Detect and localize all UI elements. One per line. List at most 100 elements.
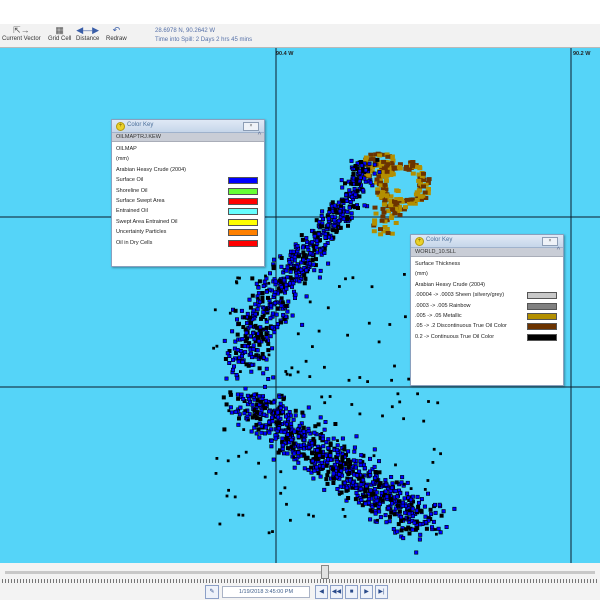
oil-particle bbox=[291, 281, 296, 286]
collapse-icon[interactable]: ^ bbox=[258, 132, 261, 139]
timeline-slider-handle[interactable] bbox=[320, 565, 329, 579]
oil-particle bbox=[403, 510, 408, 515]
oil-particle bbox=[346, 333, 349, 337]
step-forward-icon[interactable]: ▶| bbox=[375, 585, 388, 599]
oil-particle bbox=[361, 462, 366, 467]
oil-particle bbox=[392, 512, 397, 517]
oil-particle bbox=[380, 206, 386, 211]
oil-particle bbox=[313, 424, 318, 429]
play-icon[interactable]: ▶ bbox=[360, 585, 373, 599]
oil-particle bbox=[383, 489, 388, 494]
oil-particle bbox=[264, 332, 269, 337]
oil-particle bbox=[228, 392, 233, 397]
oil-particle bbox=[416, 165, 422, 169]
oil-particle bbox=[358, 463, 363, 468]
oil-particle bbox=[431, 519, 436, 524]
color-key-panel-world[interactable]: + Color Key × WORLD_10.SLL ^ Surface Thi… bbox=[410, 234, 564, 386]
oil-particle bbox=[235, 317, 240, 322]
oil-particle bbox=[340, 436, 345, 441]
map-view[interactable]: 90.4 W 90.2 W + Color Key × OILMAPTRJ.KE… bbox=[0, 48, 600, 563]
color-key-item-label: Swept Area Entrained Oil bbox=[116, 218, 178, 225]
oil-particle bbox=[336, 218, 341, 223]
oil-particle bbox=[245, 311, 250, 316]
current-vector-tool[interactable]: ⇱→ Current Vector bbox=[2, 25, 41, 43]
longitude-label-90-4: 90.4 W bbox=[276, 51, 294, 57]
oil-particle bbox=[254, 431, 259, 436]
oil-particle bbox=[296, 450, 301, 455]
rewind-icon[interactable]: ◀◀ bbox=[330, 585, 343, 599]
oil-particle bbox=[249, 351, 254, 356]
oil-particle bbox=[285, 451, 290, 456]
color-key-header[interactable]: OILMAPTRJ.KEW ^ bbox=[112, 132, 264, 142]
color-swatch bbox=[228, 239, 258, 247]
oil-particle bbox=[407, 531, 412, 536]
current-vector-icon: ⇱→ bbox=[13, 25, 30, 35]
oil-particle bbox=[292, 465, 297, 470]
grid-cell-tool[interactable]: ▦ Grid Cell bbox=[48, 25, 71, 43]
oil-particle bbox=[259, 424, 264, 429]
oil-particle bbox=[378, 227, 383, 232]
oil-particle bbox=[416, 504, 421, 509]
oil-particle bbox=[389, 474, 394, 479]
redraw-tool[interactable]: ↶ Redraw bbox=[106, 25, 127, 43]
oil-particle bbox=[432, 502, 437, 507]
color-key-titlebar[interactable]: + Color Key × bbox=[411, 235, 563, 248]
oil-particle bbox=[289, 284, 294, 289]
oil-particle bbox=[253, 312, 258, 317]
color-swatch bbox=[527, 292, 557, 300]
oil-particle bbox=[255, 335, 260, 340]
oil-particle bbox=[289, 518, 292, 522]
oil-particle bbox=[371, 492, 376, 497]
oil-particle bbox=[416, 500, 421, 505]
oil-particle bbox=[262, 431, 267, 436]
oil-particle bbox=[339, 178, 344, 183]
oil-particle bbox=[257, 435, 262, 440]
timestamp-field[interactable]: 1/19/2018 3:45:00 PM bbox=[222, 586, 310, 598]
oil-particle bbox=[290, 366, 294, 370]
oil-particle bbox=[359, 453, 364, 458]
oil-particle bbox=[323, 243, 328, 248]
color-key-panel-oilmap[interactable]: + Color Key × OILMAPTRJ.KEW ^ OILMAP (mm… bbox=[111, 119, 265, 267]
oil-particle bbox=[267, 531, 271, 535]
oil-particle bbox=[237, 454, 241, 458]
step-back-icon[interactable]: ◀ bbox=[315, 585, 328, 599]
oil-particle bbox=[268, 316, 273, 321]
oil-particle bbox=[404, 315, 407, 319]
color-key-header[interactable]: WORLD_10.SLL ^ bbox=[411, 247, 563, 257]
color-key-item: 0.2 -> Continuous True Oil Color bbox=[415, 332, 559, 342]
oil-particle bbox=[269, 444, 274, 449]
oil-particle bbox=[294, 273, 299, 278]
color-key-model: OILMAP bbox=[116, 146, 137, 152]
oil-particle bbox=[317, 219, 322, 224]
oil-particle bbox=[331, 467, 336, 472]
timeline-track[interactable] bbox=[5, 571, 595, 574]
oil-particle bbox=[261, 284, 266, 289]
stop-icon[interactable]: ■ bbox=[345, 585, 358, 599]
oil-particle bbox=[323, 232, 328, 237]
oil-particle bbox=[314, 465, 319, 470]
oil-particle bbox=[287, 260, 292, 265]
oil-particle bbox=[374, 490, 379, 495]
oil-particle bbox=[343, 515, 347, 518]
oil-particle bbox=[366, 500, 371, 505]
edit-icon[interactable]: ✎ bbox=[205, 585, 219, 599]
color-key-titlebar[interactable]: + Color Key × bbox=[112, 120, 264, 133]
oil-particle bbox=[373, 511, 378, 516]
oil-particle bbox=[384, 520, 389, 525]
oil-particle bbox=[418, 522, 423, 527]
oil-particle bbox=[393, 221, 399, 225]
oil-particle bbox=[347, 378, 351, 382]
color-key-item: Surface Oil bbox=[116, 175, 260, 185]
oil-particle bbox=[284, 268, 289, 273]
oil-particle bbox=[384, 494, 389, 499]
oil-particle bbox=[433, 510, 438, 515]
oil-particle bbox=[283, 414, 288, 419]
oil-particle bbox=[270, 419, 275, 424]
collapse-icon[interactable]: ^ bbox=[557, 247, 560, 254]
oil-particle bbox=[237, 321, 242, 326]
close-icon[interactable]: × bbox=[542, 237, 558, 246]
oil-particle bbox=[275, 325, 280, 330]
oil-particle bbox=[277, 394, 282, 399]
distance-tool[interactable]: ◀—▶ Distance bbox=[76, 25, 99, 43]
close-icon[interactable]: × bbox=[243, 122, 259, 131]
